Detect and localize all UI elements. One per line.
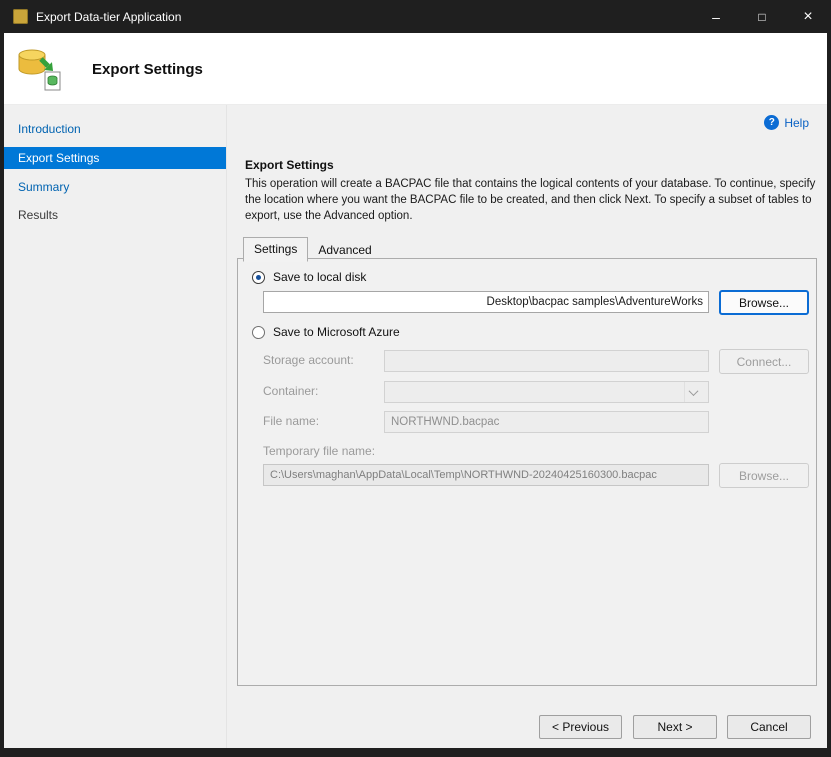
file-name-label: File name: bbox=[263, 414, 319, 428]
titlebar: Export Data-tier Application – □ × bbox=[0, 0, 831, 33]
temporary-file-name-input: C:\Users\maghan\AppData\Local\Temp\NORTH… bbox=[263, 464, 709, 486]
container-select bbox=[384, 381, 709, 403]
local-path-input[interactable]: Desktop\bacpac samples\AdventureWorks bbox=[263, 291, 709, 313]
window-controls: – □ × bbox=[693, 0, 831, 33]
chevron-box bbox=[684, 382, 702, 402]
save-to-local-disk-radio[interactable]: Save to local disk bbox=[252, 270, 366, 284]
page-title: Export Settings bbox=[92, 61, 203, 78]
dialog-surface: Export Settings Introduction Export Sett… bbox=[4, 33, 827, 748]
next-button[interactable]: Next > bbox=[633, 715, 717, 739]
temporary-file-name-label: Temporary file name: bbox=[263, 444, 375, 458]
file-name-input: NORTHWND.bacpac bbox=[384, 411, 709, 433]
storage-account-input bbox=[384, 350, 709, 372]
export-database-icon bbox=[16, 45, 64, 98]
browse-local-button[interactable]: Browse... bbox=[719, 290, 809, 315]
close-icon: × bbox=[803, 8, 812, 26]
save-to-azure-radio[interactable]: Save to Microsoft Azure bbox=[252, 325, 400, 339]
radio-label: Save to Microsoft Azure bbox=[273, 325, 400, 339]
tab-advanced[interactable]: Advanced bbox=[308, 240, 381, 261]
radio-unchecked-icon bbox=[252, 326, 265, 339]
sidebar-item-label: Export Settings bbox=[18, 151, 99, 165]
maximize-button[interactable]: □ bbox=[739, 0, 785, 33]
sidebar-item-introduction[interactable]: Introduction bbox=[4, 118, 226, 140]
help-icon: ? bbox=[764, 115, 779, 130]
tab-settings[interactable]: Settings bbox=[243, 237, 308, 262]
help-label: Help bbox=[784, 116, 809, 130]
radio-label: Save to local disk bbox=[273, 270, 366, 284]
browse-azure-button: Browse... bbox=[719, 463, 809, 488]
maximize-icon: □ bbox=[758, 10, 765, 24]
sidebar-item-export-settings[interactable]: Export Settings bbox=[4, 147, 226, 169]
app-icon bbox=[13, 9, 28, 24]
export-data-tier-application-window: Export Data-tier Application – □ × bbox=[0, 0, 831, 757]
sidebar-item-label: Introduction bbox=[18, 122, 81, 136]
cancel-button[interactable]: Cancel bbox=[727, 715, 811, 739]
close-button[interactable]: × bbox=[785, 0, 831, 33]
previous-button[interactable]: < Previous bbox=[539, 715, 622, 739]
radio-checked-icon bbox=[252, 271, 265, 284]
sidebar-item-results[interactable]: Results bbox=[4, 204, 226, 226]
minimize-button[interactable]: – bbox=[693, 0, 739, 33]
settings-tabstrip: Settings Advanced bbox=[243, 237, 382, 261]
wizard-content: ? Help Export Settings This operation wi… bbox=[227, 105, 827, 748]
minimize-icon: – bbox=[712, 9, 720, 25]
sidebar-item-label: Summary bbox=[18, 180, 69, 194]
section-heading: Export Settings bbox=[245, 158, 334, 172]
storage-account-label: Storage account: bbox=[263, 353, 354, 367]
section-description: This operation will create a BACPAC file… bbox=[245, 176, 817, 224]
container-label: Container: bbox=[263, 384, 318, 398]
chevron-down-icon bbox=[689, 386, 699, 396]
wizard-steps-sidebar: Introduction Export Settings Summary Res… bbox=[4, 105, 227, 748]
help-link[interactable]: ? Help bbox=[764, 115, 809, 130]
settings-tab-panel: Save to local disk Desktop\bacpac sample… bbox=[237, 258, 817, 686]
window-title: Export Data-tier Application bbox=[36, 10, 181, 24]
sidebar-item-label: Results bbox=[18, 208, 58, 222]
sidebar-item-summary[interactable]: Summary bbox=[4, 176, 226, 198]
connect-button: Connect... bbox=[719, 349, 809, 374]
wizard-header: Export Settings bbox=[4, 33, 827, 105]
